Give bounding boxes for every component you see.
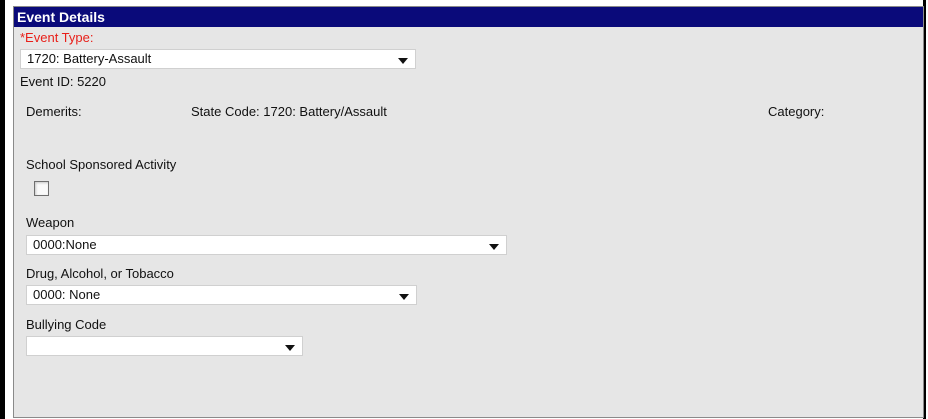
demerits-label: Demerits: bbox=[26, 104, 82, 119]
weapon-label: Weapon bbox=[26, 215, 75, 230]
drug-alcohol-tobacco-label: Drug, Alcohol, or Tobacco bbox=[26, 266, 174, 281]
chevron-down-icon[interactable] bbox=[489, 244, 499, 250]
event-type-value: 1720: Battery-Assault bbox=[27, 51, 152, 66]
weapon-select[interactable]: 0000:None bbox=[26, 235, 507, 255]
school-sponsored-label: School Sponsored Activity bbox=[26, 157, 177, 172]
event-details-panel: Event Details *Event Type: 1720: Battery… bbox=[13, 6, 924, 418]
chevron-down-icon[interactable] bbox=[285, 345, 295, 351]
weapon-value: 0000:None bbox=[33, 237, 97, 252]
category-label: Category: bbox=[768, 104, 825, 119]
event-type-select[interactable]: 1720: Battery-Assault bbox=[20, 49, 416, 69]
chevron-down-icon[interactable] bbox=[398, 58, 408, 64]
bullying-code-select[interactable] bbox=[26, 336, 303, 356]
bullying-code-label: Bullying Code bbox=[26, 317, 107, 332]
panel-title: Event Details bbox=[14, 7, 923, 27]
drug-alcohol-tobacco-select[interactable]: 0000: None bbox=[26, 285, 417, 305]
window-frame: Event Details *Event Type: 1720: Battery… bbox=[0, 0, 926, 419]
event-type-label: *Event Type: bbox=[20, 30, 94, 45]
state-code-label: State Code: 1720: Battery/Assault bbox=[191, 104, 387, 119]
event-id: Event ID: 5220 bbox=[20, 74, 106, 89]
chevron-down-icon[interactable] bbox=[399, 294, 409, 300]
drug-alcohol-tobacco-value: 0000: None bbox=[33, 287, 101, 302]
school-sponsored-checkbox[interactable] bbox=[34, 181, 49, 196]
